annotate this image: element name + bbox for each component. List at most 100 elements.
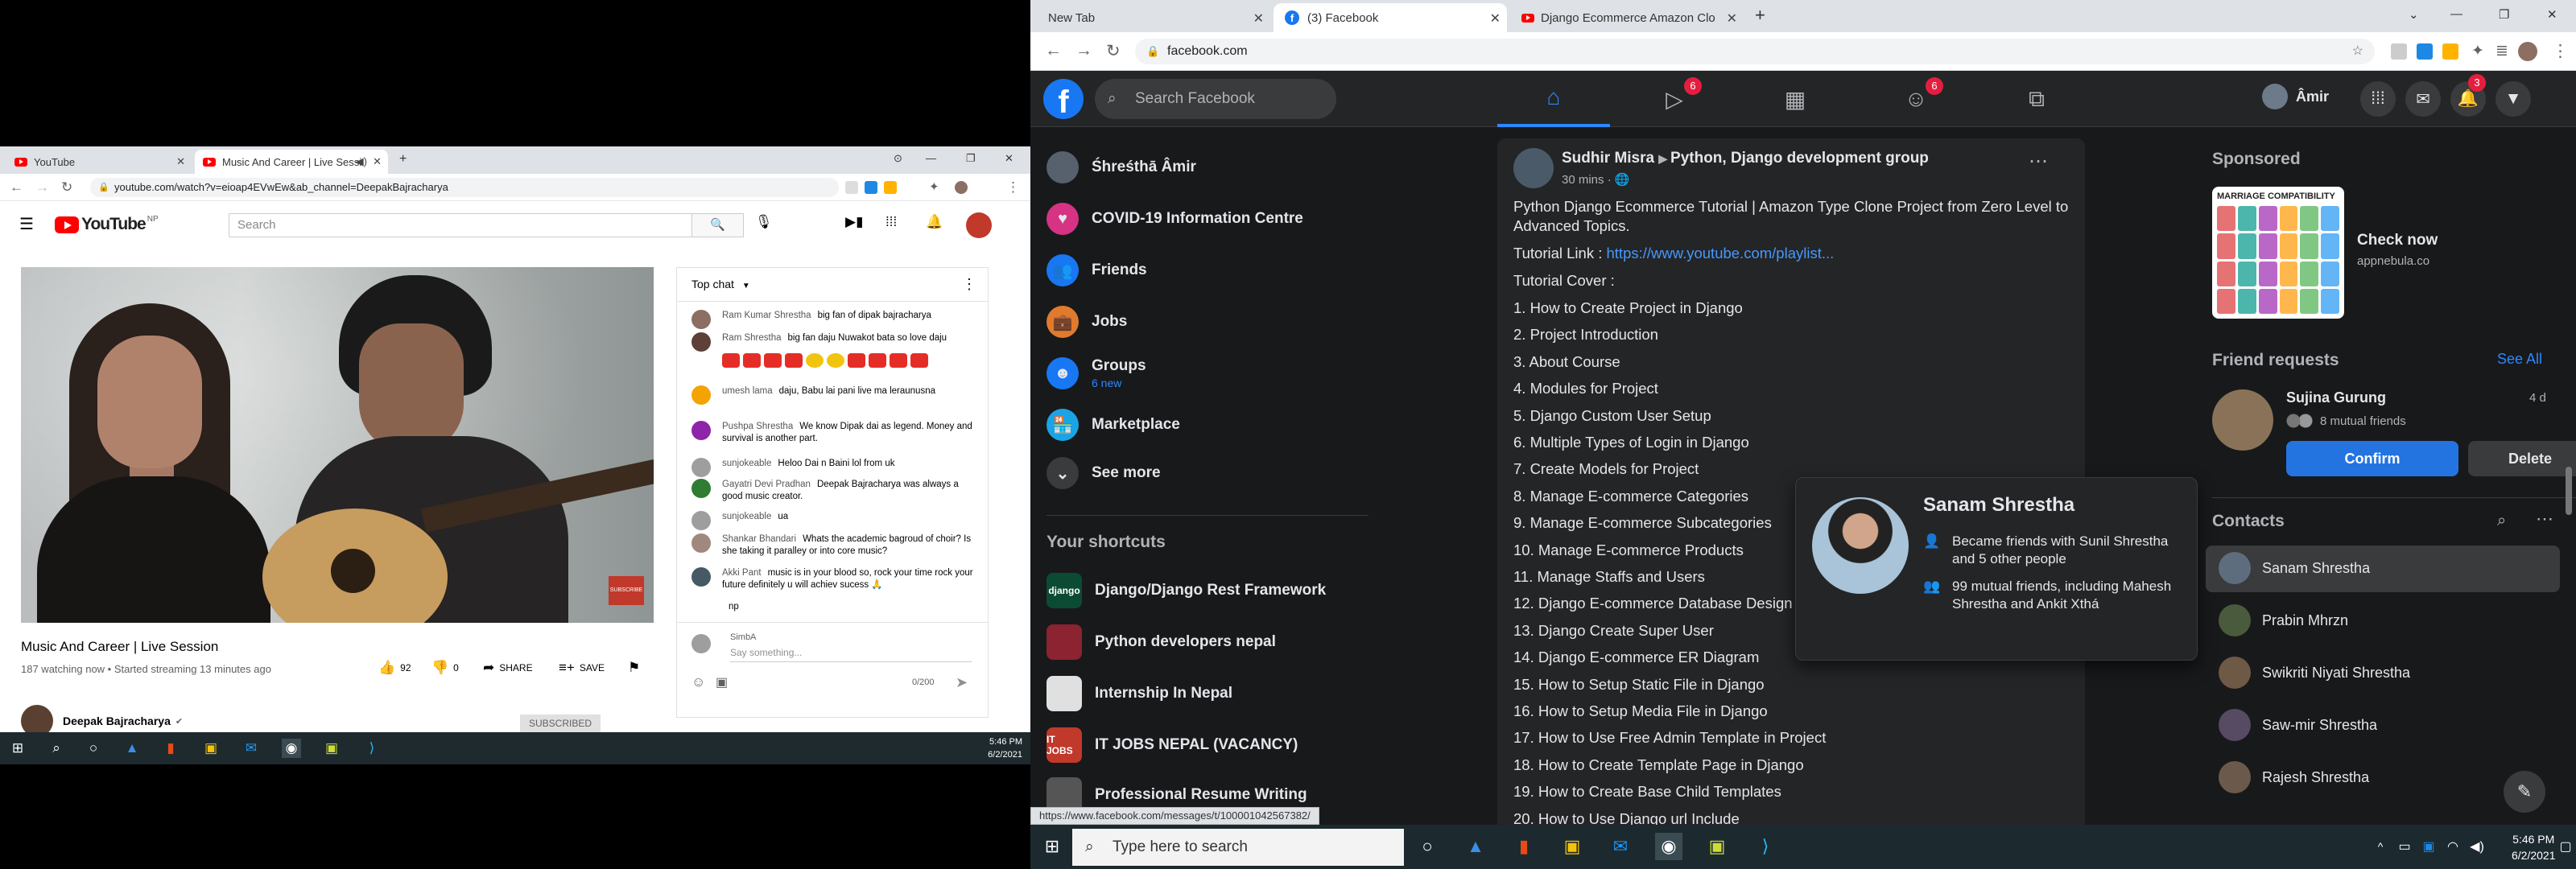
tab-django-ecommerce[interactable]: Django Ecommerce Amazon Clo ✕ [1510, 3, 1744, 32]
shortcut-item[interactable]: django Django/Django Rest Framework [1046, 573, 1326, 608]
messenger-icon[interactable]: ✉ [2405, 81, 2441, 117]
create-video-icon[interactable]: ▶▮ [845, 214, 863, 230]
like-button[interactable]: 👍 92 [378, 660, 411, 676]
close-tab-icon[interactable]: ✕ [1727, 10, 1737, 27]
app-icon[interactable]: ▲ [1462, 833, 1489, 860]
shortcut-item[interactable]: Python developers nepal [1046, 624, 1276, 660]
tab-facebook[interactable]: f (3) Facebook ✕ [1274, 3, 1507, 32]
chat-author[interactable]: Pushpa Shrestha [722, 422, 793, 431]
channel-avatar[interactable] [21, 705, 53, 732]
taskbar-search-input[interactable]: ⌕ Type here to search [1072, 829, 1404, 866]
extensions-puzzle-icon[interactable]: ✦ [929, 179, 939, 194]
windows-start-icon[interactable]: ⊞ [1038, 833, 1066, 860]
speaker-icon[interactable]: ◀) [356, 155, 367, 168]
extension-icon[interactable] [884, 181, 897, 194]
chat-author[interactable]: Gayatri Devi Pradhan [722, 480, 811, 489]
close-window-icon[interactable]: ✕ [2547, 7, 2557, 22]
contact-item[interactable]: Rajesh Shrestha [2219, 761, 2369, 793]
scrollbar-thumb[interactable] [2566, 467, 2572, 515]
bookmark-star-icon[interactable]: ☆ [2352, 39, 2363, 64]
post-author-avatar[interactable] [1513, 148, 1554, 188]
windows-start-icon[interactable]: ⊞ [8, 739, 27, 758]
close-tab-icon[interactable]: ✕ [176, 155, 185, 168]
sidebar-item-shop[interactable]: 🏪 Marketplace [1046, 409, 1180, 441]
notifications-bell-icon[interactable]: 🔔 [926, 214, 943, 230]
vscode-icon[interactable]: ⟩ [1752, 833, 1779, 860]
request-avatar[interactable] [2212, 389, 2273, 451]
extensions-puzzle-icon[interactable]: ✦ [2471, 42, 2484, 60]
delete-button[interactable]: Delete [2468, 441, 2576, 476]
hover-card-name[interactable]: Sanam Shrestha [1923, 494, 2074, 517]
menu-dots-icon[interactable]: ⋮ [1006, 179, 1020, 196]
forward-icon[interactable]: → [35, 179, 49, 196]
store-icon[interactable]: ▣ [1558, 833, 1586, 860]
url-bar[interactable]: 🔒 facebook.com ☆ [1135, 39, 2375, 64]
extension-icon[interactable] [865, 181, 877, 194]
restore-icon[interactable]: ❐ [2499, 7, 2509, 22]
profile-chip[interactable]: Âmir [2262, 84, 2329, 109]
sidebar-item-user-avatar[interactable]: Śhreśthā Âmir [1046, 151, 1196, 183]
close-tab-icon[interactable]: ✕ [1490, 10, 1501, 27]
extension-icon[interactable] [2391, 43, 2407, 60]
notification-center-icon[interactable]: ▢ [2552, 833, 2576, 860]
nav-gaming[interactable]: ⧉ [1980, 71, 2093, 127]
sidebar-item-briefcase[interactable]: 💼 Jobs [1046, 306, 1127, 338]
chat-author[interactable]: sunjokeable [722, 459, 771, 468]
office-icon[interactable]: ▮ [161, 739, 180, 758]
sidebar-item-friends[interactable]: 👥 Friends [1046, 254, 1147, 286]
back-icon[interactable]: ← [1045, 41, 1062, 60]
search-button[interactable]: 🔍 [692, 213, 744, 237]
minimize-icon[interactable]: — [926, 152, 936, 164]
forward-icon[interactable]: → [1075, 41, 1092, 60]
search-input[interactable]: ⌕ Search Facebook [1095, 79, 1336, 119]
menu-grid-icon[interactable]: ⁞⁞⁞ [2360, 81, 2396, 117]
close-tab-icon[interactable]: ✕ [373, 155, 382, 168]
more-options-icon[interactable]: ⋯ [2536, 509, 2553, 529]
see-all-link[interactable]: See All [2497, 351, 2542, 368]
new-tab-icon[interactable]: + [399, 152, 407, 167]
search-input[interactable]: Search [229, 213, 692, 237]
chrome-icon[interactable]: ◉ [282, 739, 301, 758]
system-clock[interactable]: 5:46 PM 6/2/2021 [2512, 831, 2556, 863]
account-dropdown-icon[interactable]: ▼ [2496, 81, 2531, 117]
nav-groups[interactable]: ☺ [1860, 71, 1972, 127]
chat-message-input[interactable]: Say something... [730, 647, 972, 662]
nav-marketplace[interactable]: ▦ [1739, 71, 1852, 127]
chat-avatar[interactable] [691, 385, 711, 405]
back-icon[interactable]: ← [10, 179, 23, 196]
post-more-icon[interactable]: ⋯ [2029, 150, 2048, 173]
ad-cta[interactable]: Check now [2357, 232, 2438, 249]
save-button[interactable]: ≡+ SAVE [559, 660, 605, 676]
post-link[interactable]: https://www.youtube.com/playlist... [1607, 245, 1835, 262]
contact-item[interactable]: Saw-mir Shrestha [2219, 709, 2377, 741]
chat-avatar[interactable] [691, 567, 711, 587]
contact-item[interactable]: Sanam Shrestha [2219, 552, 2370, 584]
account-avatar[interactable] [966, 212, 992, 238]
sidebar-item-groups[interactable]: ☻ Groups 6 new [1046, 357, 1146, 389]
apps-grid-icon[interactable]: ⁞⁞⁞ [886, 214, 897, 230]
chat-header[interactable]: Top chat ▼ ⋮ [677, 268, 988, 302]
profile-avatar[interactable] [2518, 42, 2537, 61]
chat-avatar[interactable] [691, 533, 711, 553]
reading-list-icon[interactable]: ≣ [2496, 42, 2508, 60]
tab-music-and-career[interactable]: Music And Career | Live Sessi ◀) ✕ [195, 150, 388, 174]
app-icon[interactable]: ▣ [1703, 833, 1731, 860]
hover-card-avatar[interactable] [1812, 497, 1909, 594]
contact-item[interactable]: Swikriti Niyati Shrestha [2219, 657, 2410, 689]
facebook-logo-icon[interactable]: f [1043, 79, 1084, 120]
tab-search-icon[interactable]: ⌄ [2409, 7, 2419, 22]
mail-icon[interactable]: ✉ [1607, 833, 1634, 860]
cortana-icon[interactable]: ○ [84, 739, 103, 758]
app-icon[interactable]: ▣ [322, 739, 341, 758]
more-options-icon[interactable]: ⋮ [962, 276, 976, 293]
tab-search-icon[interactable]: ⊙ [894, 152, 902, 165]
search-icon[interactable]: ⌕ [47, 739, 66, 758]
chat-author[interactable]: Ram Shrestha [722, 333, 782, 343]
nav-watch[interactable]: ▷ [1618, 71, 1731, 127]
reload-icon[interactable]: ↻ [61, 179, 72, 196]
chat-author[interactable]: Akki Pant [722, 568, 762, 578]
chat-avatar[interactable] [691, 458, 711, 477]
subscribe-watermark[interactable]: SUBSCRIBE [609, 576, 644, 605]
confirm-button[interactable]: Confirm [2286, 441, 2458, 476]
chat-avatar[interactable] [691, 511, 711, 530]
